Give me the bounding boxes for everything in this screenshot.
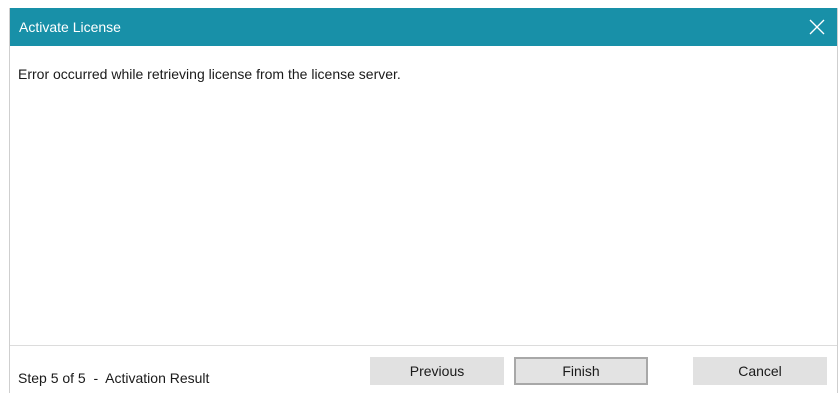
error-message: Error occurred while retrieving license … bbox=[18, 66, 401, 82]
dialog-footer: Step 5 of 5 - Activation Result Previous… bbox=[10, 345, 837, 394]
dialog-title: Activate License bbox=[19, 19, 121, 35]
title-bar: Activate License bbox=[10, 8, 837, 46]
finish-button[interactable]: Finish bbox=[514, 357, 648, 385]
step-indicator: Step 5 of 5 - Activation Result bbox=[18, 370, 210, 386]
activate-license-dialog: Activate License Error occurred while re… bbox=[9, 8, 838, 393]
close-icon bbox=[809, 19, 825, 35]
cancel-button[interactable]: Cancel bbox=[693, 357, 827, 385]
close-button[interactable] bbox=[797, 8, 837, 46]
previous-button[interactable]: Previous bbox=[370, 357, 504, 385]
